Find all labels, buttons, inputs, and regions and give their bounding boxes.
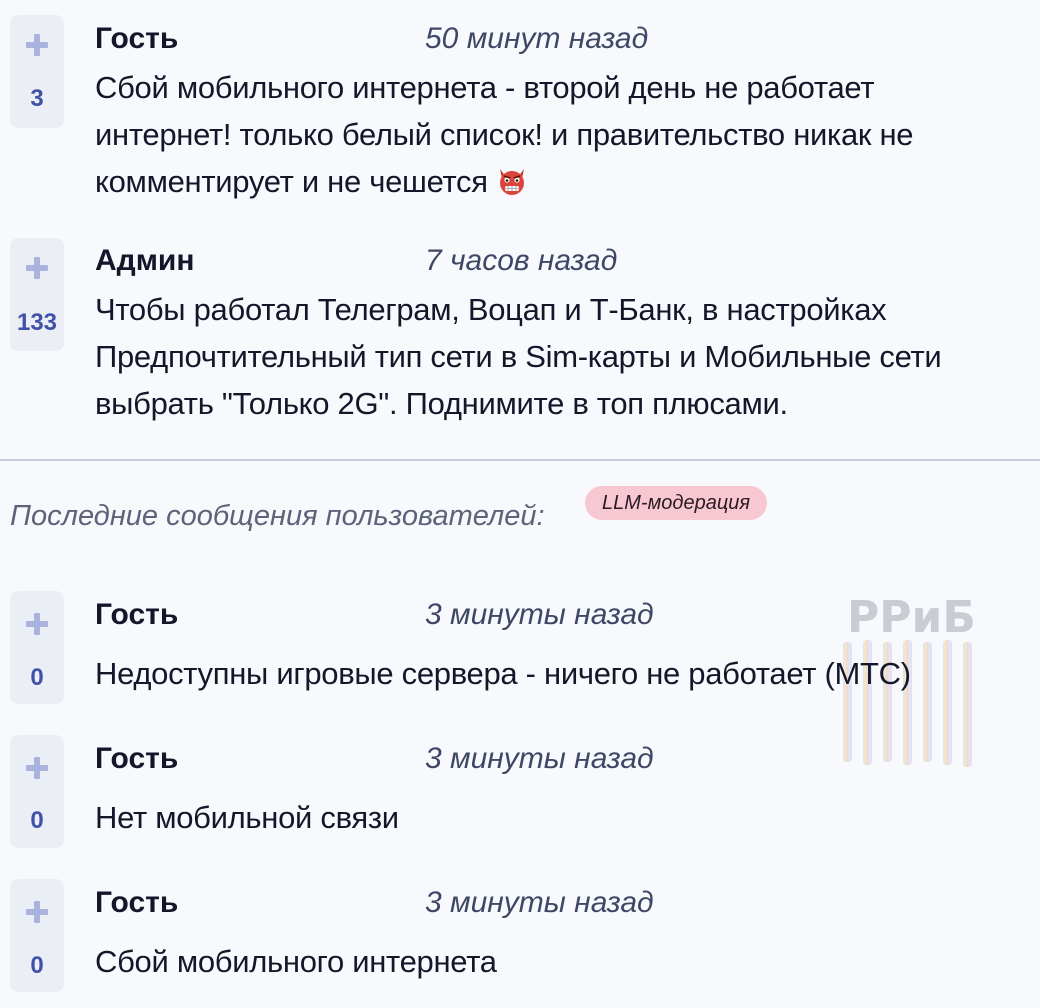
comment-text-line: Чтобы работал Телеграм, Воцап и Т-Банк, …	[95, 292, 887, 327]
vote-box: 0	[10, 735, 64, 848]
comment-text-line: комментирует и не чешется	[95, 158, 1020, 205]
upvote-plus-icon[interactable]	[26, 901, 48, 923]
comment-text: Сбой мобильного интернета - второй день …	[95, 64, 1020, 205]
upvote-plus-icon[interactable]	[26, 613, 48, 635]
comment-text-line: интернет! только белый список! и правите…	[95, 117, 914, 152]
comment-time: 7 часов назад	[425, 244, 618, 277]
vote-box: 0	[10, 879, 64, 992]
comment-text-line: Предпочтительный тип сети в Sim-карты и …	[95, 339, 942, 374]
comment-text: Нет мобильной связи	[95, 800, 399, 835]
recent-messages-title: Последние сообщения пользователей:	[10, 500, 545, 532]
comment-author: Гость	[95, 742, 179, 775]
comment-text-line-content: комментирует и не чешется	[95, 164, 488, 199]
vote-box: 0	[10, 591, 64, 704]
comment-author: Гость	[95, 22, 179, 55]
vote-count: 0	[30, 807, 44, 834]
comment-text: Сбой мобильного интернета	[95, 944, 497, 979]
vote-box: 3	[10, 15, 64, 128]
upvote-plus-icon[interactable]	[26, 757, 48, 779]
devil-face-icon	[500, 169, 525, 195]
comment-time: 3 минуты назад	[425, 598, 654, 631]
comment-time: 3 минуты назад	[425, 742, 654, 775]
watermark-text: РРиБ	[847, 592, 976, 643]
vote-count: 0	[30, 664, 44, 691]
vote-count: 0	[30, 952, 44, 979]
vote-count: 133	[16, 309, 58, 336]
comment-text-line: Сбой мобильного интернета - второй день …	[95, 70, 875, 105]
comment-text: Недоступны игровые сервера - ничего не р…	[95, 656, 911, 691]
comment-time: 3 минуты назад	[425, 886, 654, 919]
upvote-plus-icon[interactable]	[26, 34, 48, 56]
comment-author: Гость	[95, 886, 179, 919]
comment-text-line: выбрать "Только 2G". Поднимите в топ плю…	[95, 386, 788, 421]
vote-box: 133	[10, 238, 64, 351]
comment-author: Админ	[95, 244, 195, 277]
comment-author: Гость	[95, 598, 179, 631]
comment-text: Чтобы работал Телеграм, Воцап и Т-Банк, …	[95, 286, 1020, 427]
vote-count: 3	[30, 85, 44, 112]
upvote-plus-icon[interactable]	[26, 257, 48, 279]
llm-moderation-badge: LLM-модерация	[585, 486, 768, 520]
comment-time: 50 минут назад	[425, 22, 649, 55]
section-divider	[0, 459, 1040, 461]
